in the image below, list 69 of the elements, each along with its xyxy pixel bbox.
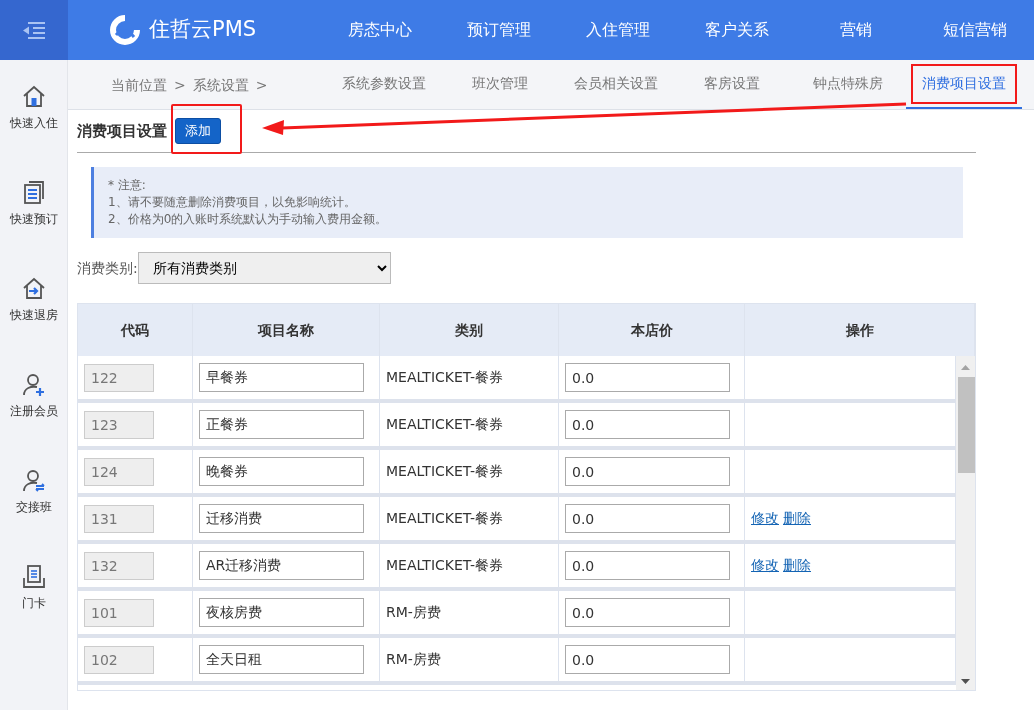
- category-text: MEALTICKET-餐券: [386, 509, 504, 528]
- sidebar-label: 交接班: [15, 499, 52, 516]
- price-field[interactable]: 0.0: [565, 598, 730, 627]
- category-text: MEALTICKET-餐券: [386, 556, 504, 575]
- tab[interactable]: 消费项目设置: [906, 59, 1022, 109]
- name-field[interactable]: 迁移消费: [199, 504, 364, 533]
- action-link[interactable]: 删除: [783, 555, 811, 576]
- menu-collapse-icon[interactable]: [22, 21, 46, 39]
- column-header: 本店价: [559, 304, 745, 356]
- column-header: 代码: [78, 304, 193, 356]
- nav-link[interactable]: 预订管理: [439, 0, 558, 60]
- column-header: 类别: [380, 304, 559, 356]
- category-select[interactable]: 所有消费类别: [137, 252, 391, 284]
- breadcrumb-separator: >: [174, 75, 186, 95]
- logo-icon: [108, 13, 142, 47]
- action-link[interactable]: 删除: [783, 508, 811, 529]
- sidebar-item[interactable]: 交接班: [0, 444, 67, 540]
- nav-link[interactable]: 入住管理: [558, 0, 677, 60]
- name-field[interactable]: 全天日租: [199, 645, 364, 674]
- nav-link[interactable]: 营销: [796, 0, 915, 60]
- nav-link[interactable]: 房态中心: [320, 0, 439, 60]
- price-field[interactable]: 0.0: [565, 645, 730, 674]
- tab[interactable]: 会员相关设置: [558, 59, 674, 109]
- name-field[interactable]: AR迁移消费: [199, 551, 364, 580]
- sidebar-item[interactable]: 快速退房: [0, 252, 67, 348]
- tab[interactable]: 班次管理: [442, 59, 558, 109]
- brand-name: 住哲云PMS: [149, 16, 257, 44]
- notice-panel: * 注意: 1、请不要随意删除消费项目，以免影响统计。 2、价格为0的入账时系统默认为手动输入费用金额。: [91, 167, 963, 238]
- tab[interactable]: 钟点特殊房: [790, 59, 906, 109]
- action-link[interactable]: 修改: [751, 508, 779, 529]
- sidebar-item[interactable]: 快速预订: [0, 156, 67, 252]
- sidebar-label: 快速入住: [9, 115, 58, 132]
- category-text: MEALTICKET-餐券: [386, 462, 504, 481]
- category-text: RM-房费: [386, 603, 441, 622]
- name-field[interactable]: 早餐券: [199, 363, 364, 392]
- name-field[interactable]: 晚餐券: [199, 457, 364, 486]
- sidebar-item[interactable]: 门卡: [0, 540, 67, 636]
- tab[interactable]: 系统参数设置: [326, 59, 442, 109]
- sidebar-label: 快速退房: [9, 307, 58, 324]
- name-field[interactable]: 正餐券: [199, 410, 364, 439]
- category-text: MEALTICKET-餐券: [386, 368, 504, 387]
- sidebar-label: 快速预订: [9, 211, 58, 228]
- page-title: 消费项目设置: [77, 120, 167, 142]
- printer-icon: [20, 564, 47, 590]
- user-plus-icon: [20, 372, 47, 398]
- add-button[interactable]: 添加: [174, 118, 221, 144]
- column-header: 项目名称: [193, 304, 380, 356]
- nav-link[interactable]: 短信营销: [915, 0, 1034, 60]
- price-field[interactable]: 0.0: [565, 504, 730, 533]
- name-field[interactable]: 夜核房费: [199, 598, 364, 627]
- price-field[interactable]: 0.0: [565, 457, 730, 486]
- action-link[interactable]: 修改: [751, 555, 779, 576]
- breadcrumb-separator: >: [255, 75, 268, 95]
- sidebar-item[interactable]: 注册会员: [0, 348, 67, 444]
- nav-link[interactable]: 客户关系: [677, 0, 796, 60]
- tab[interactable]: 客房设置: [674, 59, 790, 109]
- sidebar-label: 门卡: [21, 595, 46, 612]
- breadcrumb-item: 系统设置: [192, 75, 249, 95]
- price-field[interactable]: 0.0: [565, 410, 730, 439]
- breadcrumb-item: 当前位置: [111, 75, 167, 95]
- price-field[interactable]: 0.0: [565, 363, 730, 392]
- sidebar-label: 注册会员: [9, 403, 58, 420]
- user-swap-icon: [20, 468, 47, 494]
- filter-label: 消费类别:: [77, 258, 138, 278]
- category-text: MEALTICKET-餐券: [386, 415, 504, 434]
- category-text: RM-房费: [386, 650, 441, 669]
- sidebar-item[interactable]: 快速入住: [0, 60, 67, 156]
- scrollbar[interactable]: [956, 356, 975, 690]
- price-field[interactable]: 0.0: [565, 551, 730, 580]
